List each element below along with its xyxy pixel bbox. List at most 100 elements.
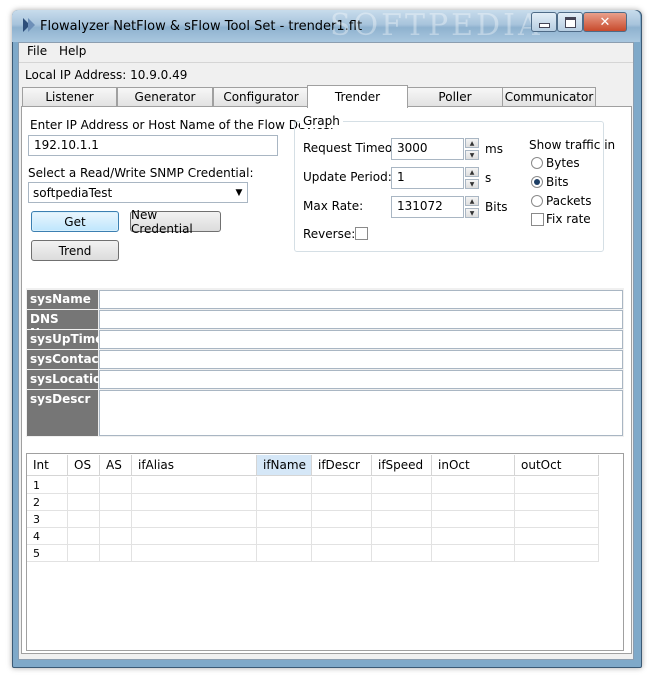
column-header-outoct[interactable]: outOct [515,455,599,476]
show-traffic-label: Show traffic in [529,138,616,152]
menu-file[interactable]: File [27,44,47,58]
radio-packets[interactable] [531,195,543,207]
os-cell [68,545,100,562]
table-row[interactable]: 3 [27,511,599,528]
column-header-ifdescr[interactable]: ifDescr [312,455,372,476]
app-icon [23,18,35,32]
outoct-cell [515,528,599,545]
request-timeout-input[interactable]: 3000 [391,138,464,160]
trend-button[interactable]: Trend [31,240,119,261]
max-rate-stepper[interactable]: ▲ ▼ [465,196,479,218]
spin-down-icon[interactable]: ▼ [465,150,479,160]
sysuptime-label: sysUpTime [27,330,103,349]
maximize-button[interactable] [557,12,583,32]
ifalias-cell [132,494,257,511]
spin-down-icon[interactable]: ▼ [465,208,479,218]
inoct-cell [432,545,515,562]
int-cell: 2 [27,494,68,511]
watermark: SOFTPEDIA [330,8,543,43]
new-credential-button[interactable]: New Credential [130,208,221,236]
radio-bits[interactable] [531,176,543,188]
outoct-cell [515,477,599,494]
spin-down-icon[interactable]: ▼ [465,179,479,189]
inoct-cell [432,494,515,511]
tab-communicator[interactable]: Communicator [502,87,596,106]
ifname-cell [257,545,312,562]
fix-rate-label[interactable]: Fix rate [546,212,591,226]
int-cell: 5 [27,545,68,562]
ifalias-cell [132,477,257,494]
spin-up-icon[interactable]: ▲ [465,167,479,177]
radio-packets-label[interactable]: Packets [546,194,592,208]
get-button[interactable]: Get [31,211,119,232]
ifname-cell [257,477,312,494]
syscontact-label: sysContact [27,350,104,369]
inoct-cell [432,511,515,528]
tab-listener[interactable]: Listener [22,87,117,106]
ifdescr-cell [312,528,372,545]
max-rate-input[interactable]: 131072 [391,196,464,218]
minimize-icon [538,22,550,28]
local-ip-label: Local IP Address: 10.9.0.49 [25,68,188,82]
column-header-as[interactable]: AS [100,455,132,476]
update-period-stepper[interactable]: ▲ ▼ [465,167,479,189]
fix-rate-checkbox[interactable] [531,213,544,226]
reverse-checkbox[interactable] [355,227,368,240]
ifname-cell [257,494,312,511]
device-address-input[interactable]: 192.10.1.1 [28,135,278,156]
minimize-button[interactable] [531,12,557,32]
outoct-cell [515,494,599,511]
syslocation-value[interactable] [99,370,623,389]
table-row[interactable]: 1 [27,477,599,494]
ifdescr-cell [312,545,372,562]
sysuptime-value[interactable] [99,330,623,349]
sysname-value[interactable] [99,290,623,309]
radio-bits-label[interactable]: Bits [546,175,569,189]
table-row[interactable]: 5 [27,545,599,562]
inoct-cell [432,477,515,494]
outoct-cell [515,545,599,562]
column-header-ifspeed[interactable]: ifSpeed [372,455,432,476]
ifspeed-cell [372,477,432,494]
column-header-ifname[interactable]: ifName [257,455,312,476]
close-icon: ✕ [599,14,611,30]
syscontact-value[interactable] [99,350,623,369]
snmp-selected-value: softpediaTest [33,185,113,200]
max-rate-label: Max Rate: [303,199,364,213]
menu-help[interactable]: Help [59,44,86,58]
as-cell [100,545,132,562]
column-header-inoct[interactable]: inOct [432,455,515,476]
snmp-credential-select[interactable]: softpediaTest ▼ [28,182,248,203]
radio-bytes-label[interactable]: Bytes [546,156,580,170]
spin-up-icon[interactable]: ▲ [465,196,479,206]
inoct-cell [432,528,515,545]
tab-trender[interactable]: Trender [307,85,408,108]
tab-generator[interactable]: Generator [117,87,213,106]
sysdescr-label: sysDescr [27,390,98,436]
ifdescr-cell [312,511,372,528]
menu-separator [19,62,633,63]
ifspeed-cell [372,511,432,528]
tab-poller[interactable]: Poller [407,87,503,106]
table-row[interactable]: 2 [27,494,599,511]
chevron-down-icon: ▼ [235,187,243,198]
ifdescr-cell [312,494,372,511]
close-button[interactable]: ✕ [583,12,627,32]
sysdescr-value[interactable] [99,390,623,436]
spin-up-icon[interactable]: ▲ [465,138,479,148]
radio-bytes[interactable] [531,157,543,169]
column-header-int[interactable]: Int [27,455,68,476]
as-cell [100,511,132,528]
column-header-os[interactable]: OS [68,455,100,476]
update-period-input[interactable]: 1 [391,167,464,189]
max-rate-unit: Bits [485,200,508,214]
as-cell [100,477,132,494]
tab-configurator[interactable]: Configurator [213,87,309,106]
column-header-ifalias[interactable]: ifAlias [132,455,257,476]
request-timeout-stepper[interactable]: ▲ ▼ [465,138,479,160]
os-cell [68,511,100,528]
table-row[interactable]: 4 [27,528,599,545]
window-title: Flowalyzer NetFlow & sFlow Tool Set - tr… [40,19,363,34]
ifalias-cell [132,528,257,545]
dnsname-value[interactable] [99,310,623,329]
